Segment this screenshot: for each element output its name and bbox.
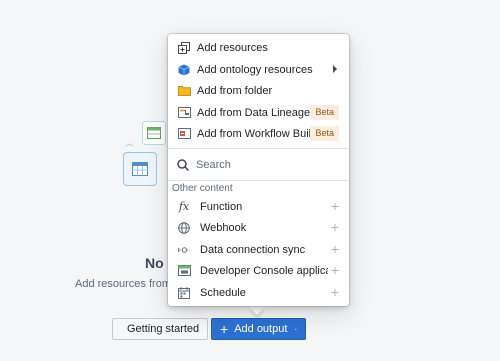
add-resources-icon [177,41,191,55]
add-function-plus-icon[interactable]: + [331,199,339,213]
add-output-label: Add output [234,323,288,335]
workflow-builder-icon [177,127,191,141]
beta-badge: Beta [310,126,339,141]
add-output-menu: Add resources Add ontology resources Add… [168,34,349,306]
menu-item-label: Developer Console application [200,264,328,277]
menu-item-schedule[interactable]: Schedule + [168,282,349,303]
menu-item-label: Add from Workflow Builder [197,127,328,140]
menu-divider [168,180,349,181]
add-data-connection-sync-plus-icon[interactable]: + [331,242,339,256]
search-icon [177,159,189,171]
other-content-heading: Other content [172,183,233,194]
menu-item-add-from-workflow-builder[interactable]: Add from Workflow Builder Beta [168,123,349,144]
ontology-cube-icon [177,63,191,77]
developer-console-icon [177,264,191,278]
menu-item-add-from-folder[interactable]: Add from folder [168,80,349,101]
menu-item-label: Add from Data Lineage [197,106,311,119]
beta-badge: Beta [310,105,339,120]
menu-item-add-from-data-lineage[interactable]: Add from Data Lineage Beta [168,102,349,123]
menu-item-add-resources[interactable]: Add resources [168,37,349,58]
illustration-resource-card-large [123,152,157,186]
menu-item-developer-console-application[interactable]: Developer Console application + [168,260,349,281]
add-output-button[interactable]: + Add output [211,318,306,340]
folder-icon [177,84,191,98]
menu-item-label: Data connection sync [200,243,306,256]
caret-down-icon [295,328,297,330]
menu-item-data-connection-sync[interactable]: Data connection sync + [168,239,349,260]
illustration-resource-card-small [142,121,166,145]
menu-item-label: Add ontology resources [197,63,313,76]
function-icon: fx [178,200,190,213]
menu-item-label: Add from folder [197,84,273,97]
menu-item-label: Function [200,200,243,213]
table-icon [132,162,148,176]
plus-icon: + [220,320,229,337]
data-lineage-icon [177,106,191,120]
search-input[interactable] [194,158,338,172]
add-webhook-plus-icon[interactable]: + [331,220,339,234]
workspace-canvas: ︿ ︿ No r Add resources from pro Getting s… [0,0,500,361]
caret-right-icon [333,65,337,73]
menu-item-add-ontology-resources[interactable]: Add ontology resources [168,59,349,80]
menu-search[interactable] [168,153,349,177]
add-schedule-plus-icon[interactable]: + [331,285,339,299]
getting-started-button[interactable]: Getting started [112,318,208,340]
add-developer-console-plus-icon[interactable]: + [331,263,339,277]
data-connection-icon [177,243,191,257]
menu-item-webhook[interactable]: Webhook + [168,217,349,238]
menu-item-function[interactable]: fx Function + [168,196,349,217]
calendar-icon [177,286,191,300]
table-icon [147,127,161,139]
menu-divider [168,148,349,149]
menu-item-label: Schedule [200,286,246,299]
menu-item-label: Webhook [200,221,247,234]
menu-item-label: Add resources [197,41,268,54]
getting-started-label: Getting started [127,323,200,335]
globe-icon [177,221,191,235]
